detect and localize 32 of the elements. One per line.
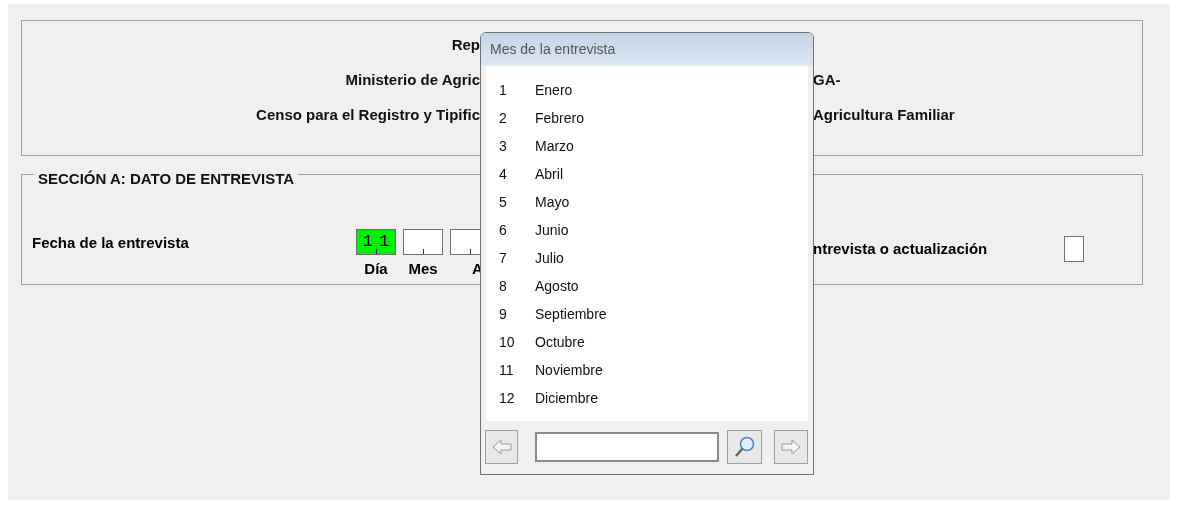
date-part-label: Día [364, 259, 388, 279]
month-item[interactable]: 1 Enero [486, 76, 808, 104]
month-item[interactable]: 2 Febrero [486, 104, 808, 132]
search-field[interactable] [535, 432, 719, 462]
date-field[interactable]: 11 [356, 229, 396, 255]
header-text: Rep [451, 35, 480, 55]
next-button[interactable] [774, 430, 808, 464]
month-item[interactable]: 9 Septiembre [486, 300, 808, 328]
search-button[interactable] [727, 430, 762, 464]
month-item[interactable]: 4 Abril [486, 160, 808, 188]
previous-button[interactable] [485, 430, 518, 464]
date-label: Fecha de la entrevista [32, 234, 189, 251]
header-text: Agricultura Familiar [813, 106, 955, 123]
update-label: ntrevista o actualización [813, 240, 988, 257]
month-item[interactable]: 6 Junio [486, 216, 808, 244]
month-item[interactable]: 12 Diciembre [486, 384, 808, 412]
date-field[interactable] [403, 229, 443, 255]
month-item[interactable]: 8 Agosto [486, 272, 808, 300]
header-text: Ministerio de Agric [345, 70, 480, 90]
right-arrow-icon [781, 439, 801, 455]
left-arrow-icon [491, 439, 512, 455]
month-item[interactable]: 7 Julio [486, 244, 808, 272]
search-icon [733, 436, 756, 458]
header-text: Censo para el Registro y Tipific [256, 105, 480, 125]
date-part-label: Mes [408, 259, 438, 279]
month-item[interactable]: 11 Noviembre [486, 356, 808, 384]
month-item[interactable]: 5 Mayo [486, 188, 808, 216]
window-title: Mes de la entrevista [490, 40, 616, 59]
month-item[interactable]: 10 Octubre [486, 328, 808, 356]
checkbox[interactable] [1064, 236, 1084, 262]
header-text: GA- [813, 71, 841, 88]
month-item[interactable]: 3 Marzo [486, 132, 808, 160]
